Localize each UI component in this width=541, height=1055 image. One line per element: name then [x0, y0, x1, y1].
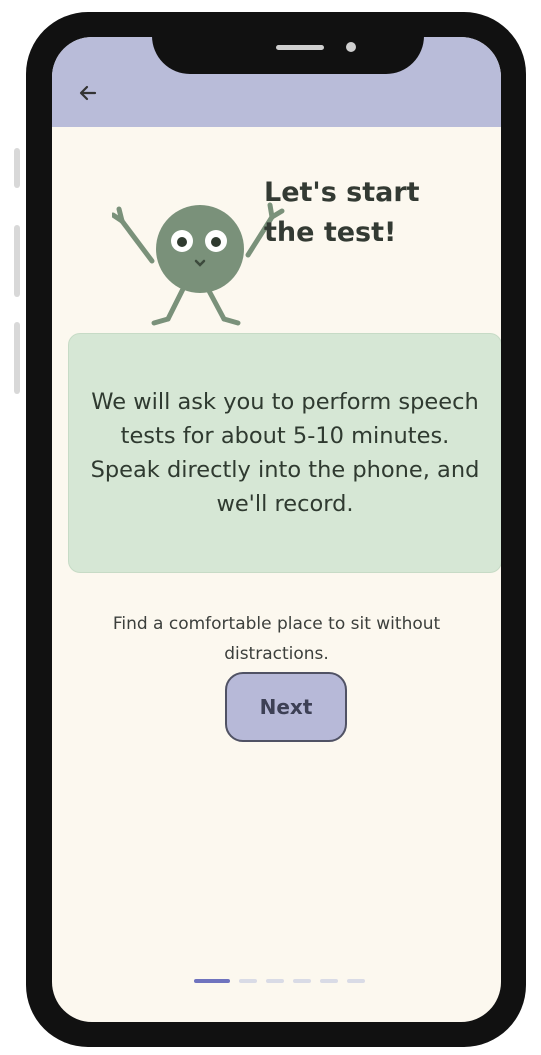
page-dot-5	[320, 979, 338, 983]
next-button-label: Next	[259, 695, 313, 719]
page-dot-1	[194, 979, 230, 983]
front-camera	[346, 42, 356, 52]
instructions-card: We will ask you to perform speech tests …	[68, 333, 501, 573]
page-title: Let's start the test!	[264, 173, 494, 253]
page-dot-6	[347, 979, 365, 983]
instructions-text: We will ask you to perform speech tests …	[90, 389, 480, 517]
volume-down-button	[14, 322, 20, 394]
speaker-grille	[276, 45, 324, 50]
page-indicator	[194, 979, 365, 983]
page-dot-2	[239, 979, 257, 983]
app-screen: Let's start the test! We will ask you to…	[52, 37, 501, 1022]
mute-switch	[14, 148, 20, 188]
title-line-1: Let's start	[264, 177, 420, 208]
arrow-left-icon	[79, 85, 97, 101]
title-line-2: the test!	[264, 217, 397, 248]
page-dot-3	[266, 979, 284, 983]
tip-text: Find a comfortable place to sit without …	[112, 614, 441, 664]
volume-up-button	[14, 225, 20, 297]
back-button[interactable]	[74, 79, 102, 107]
phone-notch	[152, 12, 424, 74]
next-button[interactable]: Next	[225, 672, 347, 742]
page-dot-4	[293, 979, 311, 983]
